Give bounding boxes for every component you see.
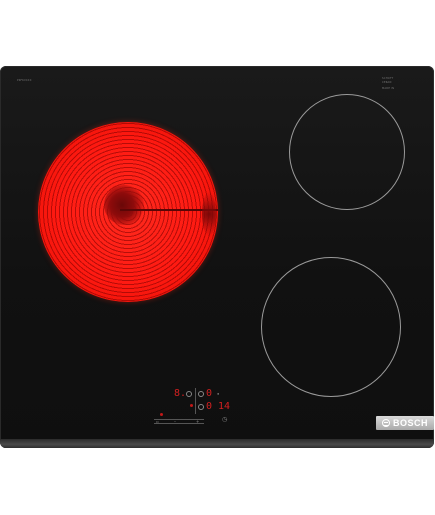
slider-mark-low-icon: ▫ <box>156 419 159 424</box>
timer-display: 14 <box>218 401 231 412</box>
bosch-logo-icon <box>381 419 390 427</box>
induction-cooktop: PKF6XXXX SCHOTT CERAN MADE IN 8. 0 ▪ 0 1… <box>0 66 434 448</box>
timer-zone-icon[interactable] <box>198 404 204 410</box>
glass-label-line3: MADE IN <box>382 87 395 90</box>
zone-ring-icon[interactable] <box>198 391 204 397</box>
power-slider[interactable]: ▫ – + <box>154 419 204 424</box>
power-indicator-icon <box>160 413 163 416</box>
heating-element-center <box>104 185 144 225</box>
clock-icon[interactable]: ◷ <box>222 417 227 423</box>
cooking-zone-front-left-hot <box>38 122 218 302</box>
zone-dot-icon: ▪ <box>217 391 220 396</box>
control-panel: 8. 0 ▪ 0 14 ▫ – + ◷ <box>150 386 240 430</box>
brand-plate: BOSCH <box>376 416 434 430</box>
power-level-display: 8. <box>174 388 187 399</box>
slider-mark-mid-icon: – <box>174 419 176 424</box>
heating-element-edge <box>202 192 216 236</box>
status-dot-icon <box>190 404 193 407</box>
timer-zero-display: 0 <box>206 401 213 412</box>
brand-name: BOSCH <box>392 417 428 428</box>
slider-mark-high-icon: + <box>196 419 200 424</box>
cooking-zone-rear-right <box>289 94 405 210</box>
glass-label-line2: CERAN <box>382 81 392 84</box>
cooking-zone-front-right <box>261 257 401 397</box>
model-code-text: PKF6XXXX <box>17 79 32 82</box>
zone-indicator-display: 0 <box>206 388 213 399</box>
front-frame-edge <box>0 439 434 448</box>
zone-select-icon[interactable] <box>186 391 192 397</box>
glass-label-line1: SCHOTT <box>382 77 394 80</box>
panel-divider <box>195 388 196 414</box>
product-photo: PKF6XXXX SCHOTT CERAN MADE IN 8. 0 ▪ 0 1… <box>0 0 435 515</box>
